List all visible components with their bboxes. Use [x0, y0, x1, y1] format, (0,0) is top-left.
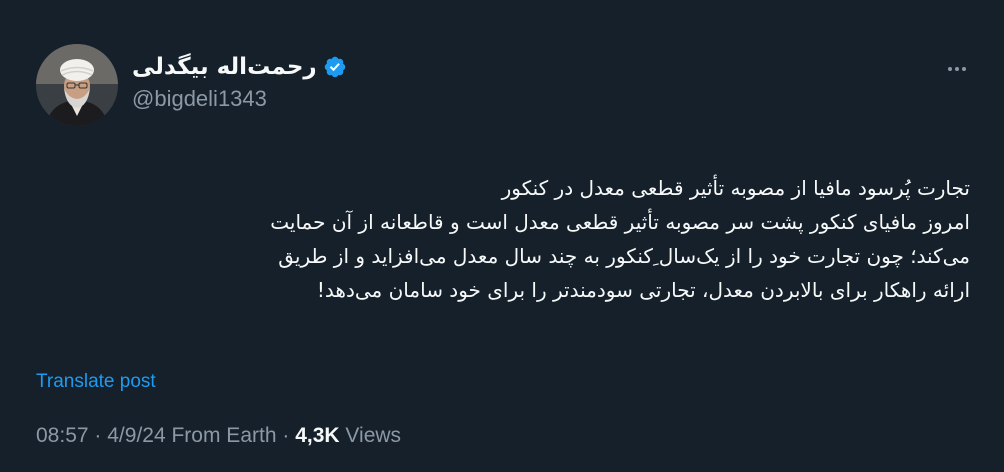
post-text: تجارت پُرسود مافیا از مصوبه تأثیر قطعی م… — [34, 171, 970, 307]
post-text-line: می‌کند؛ چون تجارت خود را از یک‌سال ِکنکو… — [278, 244, 970, 268]
meta-separator: · — [94, 424, 102, 447]
avatar[interactable] — [36, 44, 118, 126]
more-horizontal-icon-dot — [948, 67, 952, 71]
more-horizontal-icon-dot — [962, 67, 966, 71]
post-text-line: تجارت پُرسود مافیا از مصوبه تأثیر قطعی م… — [501, 176, 970, 200]
verified-badge-icon[interactable] — [323, 55, 347, 79]
profile-photo-cleric-icon — [36, 44, 118, 126]
post-text-line: ارائه راهکار برای بالابردن معدل، تجارتی … — [316, 278, 970, 302]
views-count: 4,3K — [295, 424, 340, 447]
views-label: Views — [345, 424, 402, 447]
post-date[interactable]: 4/9/24 — [107, 424, 165, 447]
translate-post-link[interactable]: Translate post — [36, 371, 156, 393]
post-time[interactable]: 08:57 — [36, 424, 89, 447]
post-meta: 08:57 · 4/9/24 From Earth · 4,3K Views — [36, 424, 401, 448]
more-options-button[interactable] — [944, 56, 970, 82]
post-source: From Earth — [171, 424, 277, 447]
post-text-line: امروز مافیای کنکور پشت سر مصوبه تأثیر قط… — [270, 210, 970, 234]
more-horizontal-icon-dot — [955, 67, 959, 71]
author-display-name[interactable]: رحمت‌اله بیگدلی — [132, 54, 317, 80]
tweet-card: رحمت‌اله بیگدلی @bigdeli1343 تجارت پُرسو… — [0, 0, 1004, 472]
author-handle[interactable]: @bigdeli1343 — [132, 86, 267, 112]
meta-separator: · — [282, 424, 290, 447]
